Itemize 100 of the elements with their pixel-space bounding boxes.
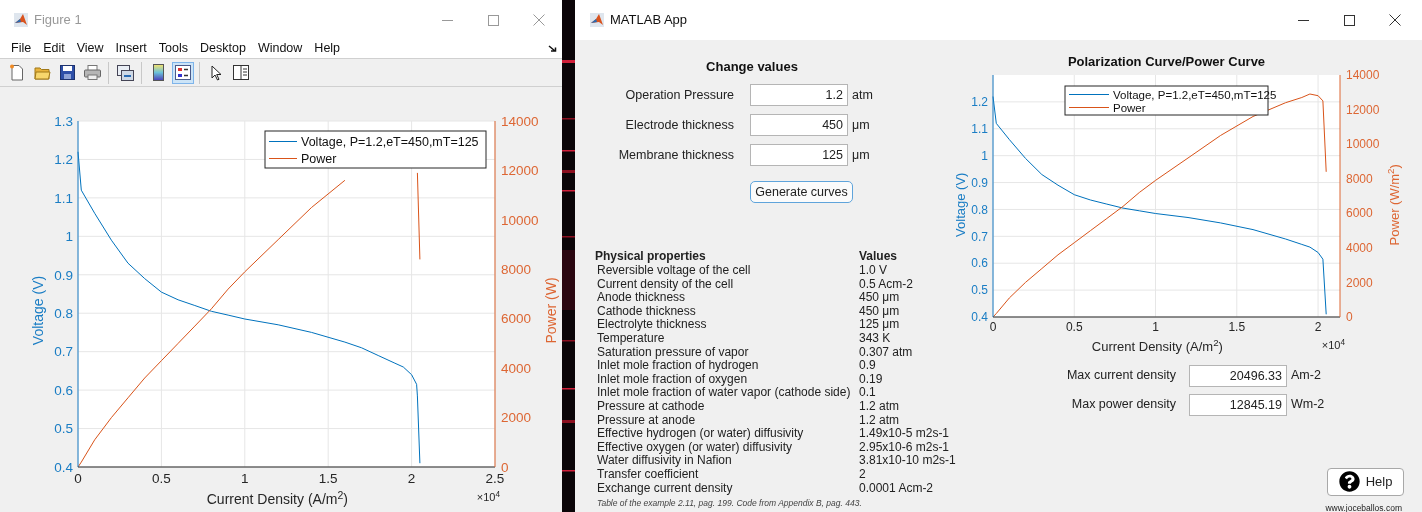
field-label: Electrode thickness xyxy=(624,116,734,134)
menu-item[interactable]: Tools xyxy=(156,39,191,58)
value-field[interactable]: 20496.33 xyxy=(1189,364,1287,387)
tick-label: 12000 xyxy=(1346,102,1380,117)
tick-label: 1.5 xyxy=(318,470,338,486)
y-axis-label: Voltage (V) xyxy=(29,275,48,346)
field-label: Membrane thickness xyxy=(617,146,734,164)
property-name: Saturation pressure of vapor xyxy=(596,345,750,360)
tick-label: 6000 xyxy=(501,311,532,327)
tick-label: 0 xyxy=(1346,310,1353,325)
close-icon xyxy=(1389,14,1401,26)
property-name: Reversible voltage of the cell xyxy=(596,264,752,278)
pointer-icon xyxy=(210,64,222,81)
property-value: 0.1 xyxy=(859,386,877,400)
tick-label: 4000 xyxy=(1346,241,1373,256)
minimize-icon xyxy=(441,19,453,21)
legend-label: Voltage, P=1.2,eT=450,mT=125 xyxy=(301,134,479,149)
value-field[interactable]: 450 xyxy=(750,114,848,136)
menu-item[interactable]: Insert xyxy=(113,39,149,58)
property-value: 0.19 xyxy=(859,372,884,387)
property-value: 0.0001 Acm-2 xyxy=(859,481,935,496)
property-value: 1.49x10-5 m2s-1 xyxy=(859,427,951,441)
x-axis-label: Current Density (A/m$^{2}$) xyxy=(206,489,348,509)
tick-label: 0.4 xyxy=(54,459,73,475)
website-link[interactable]: www.joceballos.com xyxy=(1325,501,1402,512)
tick-label: 1 xyxy=(981,148,988,163)
property-name: Transfer coefficient xyxy=(596,467,700,482)
linked-windows-icon xyxy=(116,64,134,81)
value-field[interactable]: 12845.19 xyxy=(1189,393,1287,416)
legend-line-icon xyxy=(268,158,298,159)
field-label: Operation Pressure xyxy=(624,86,734,104)
tick-label: 2000 xyxy=(1346,275,1373,290)
maximize-icon xyxy=(1343,14,1355,26)
value-field[interactable]: 1.2 xyxy=(750,84,848,106)
tick-label: 0 xyxy=(989,320,997,334)
property-name: Current density of the cell xyxy=(596,277,735,292)
property-value: 1.2 atm xyxy=(859,399,901,414)
axis-multiplier: ×10$^{4}$ xyxy=(1321,337,1345,353)
colorbar-icon xyxy=(152,64,164,81)
property-name: Effective hydrogen (or water) diffusivity xyxy=(596,427,805,441)
tick-label: 14000 xyxy=(1346,68,1380,83)
tick-label: 0.5 xyxy=(1065,320,1083,334)
tick-label: 0.7 xyxy=(54,344,73,360)
property-name: Cathode thickness xyxy=(596,304,697,319)
toolbar-button[interactable] xyxy=(172,61,194,84)
tick-label: 2 xyxy=(407,470,416,486)
new-file-icon xyxy=(9,64,25,81)
legend-label: Power xyxy=(301,151,337,166)
unit-label: Am-2 xyxy=(1291,367,1321,385)
property-name: Anode thickness xyxy=(596,291,687,305)
menu-item[interactable]: Desktop xyxy=(198,39,248,58)
tick-label: 1 xyxy=(1152,320,1159,334)
menu-item[interactable]: Edit xyxy=(41,39,67,58)
menu-item[interactable]: Help xyxy=(312,39,343,58)
axis-multiplier: ×10$^{4}$ xyxy=(476,489,500,505)
tick-label: 0.9 xyxy=(54,267,73,283)
generate-button[interactable]: Generate curves xyxy=(750,181,853,203)
menu-item[interactable]: View xyxy=(74,39,106,58)
property-value: 1.0 V xyxy=(859,264,889,278)
property-value: 343 K xyxy=(859,331,891,346)
y-axis-label: Voltage (V) xyxy=(952,172,970,237)
property-value: 450 μm xyxy=(859,291,901,305)
property-name: Inlet mole fraction of water vapor (cathode side) xyxy=(596,386,852,400)
section-heading: Change values xyxy=(705,59,799,74)
save-icon xyxy=(59,65,75,80)
unit-label: Wm-2 xyxy=(1291,396,1325,414)
tick-label: 0.8 xyxy=(971,202,988,217)
property-name: Inlet mole fraction of hydrogen xyxy=(596,359,760,373)
open-folder-icon xyxy=(33,65,51,80)
app-icon xyxy=(590,13,604,27)
help-icon xyxy=(1338,471,1360,492)
property-value: 0.9 xyxy=(859,359,877,373)
property-value: 0.307 atm xyxy=(859,345,914,360)
column-header: Physical properties xyxy=(595,249,707,264)
value-field[interactable]: 125 xyxy=(750,144,848,166)
table-note: Table of the example 2.11, pag. 199. Code from Appendix B, pag. 443. xyxy=(596,497,863,510)
property-value: 2 xyxy=(859,467,867,482)
tick-label: 0.7 xyxy=(971,229,988,244)
property-name: Water diffusivity in Nafion xyxy=(596,454,732,468)
tick-label: 0.6 xyxy=(971,256,988,271)
help-button[interactable]: Help xyxy=(1327,467,1404,496)
tick-label: 2 xyxy=(1314,320,1322,334)
property-value: 2.95x10-6 m2s-1 xyxy=(859,440,951,455)
tick-label: 0.9 xyxy=(971,175,988,190)
legend-label: Voltage, P=1.2,eT=450,mT=125 xyxy=(1113,88,1277,101)
tick-label: 0 xyxy=(501,459,509,475)
property-name: Effective oxygen (or water) diffusivity xyxy=(596,440,792,455)
maximize-icon xyxy=(487,14,499,26)
chart-title: Polarization Curve/Power Curve xyxy=(1067,54,1266,69)
tick-label: 4000 xyxy=(501,360,532,376)
menu-item[interactable]: Window xyxy=(255,39,305,58)
property-name: Electrolyte thickness xyxy=(596,318,708,332)
tick-label: 8000 xyxy=(501,262,532,277)
tick-label: 1.1 xyxy=(971,122,988,136)
tick-label: 2000 xyxy=(501,410,532,426)
window-title: Figure 1 xyxy=(34,11,82,30)
menu-item[interactable]: File xyxy=(9,39,34,58)
dock-arrow-icon xyxy=(548,44,557,53)
property-name: Pressure at cathode xyxy=(596,399,706,414)
property-value: 125 μm xyxy=(859,318,901,332)
